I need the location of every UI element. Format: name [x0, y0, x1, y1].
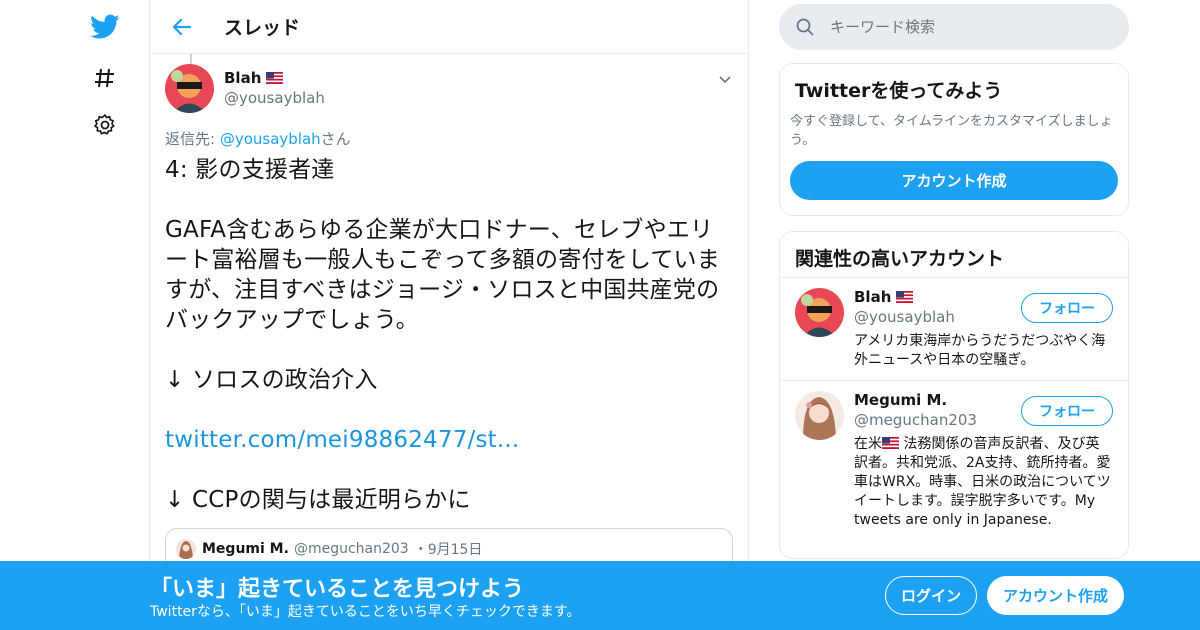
avatar[interactable]: [165, 64, 214, 113]
author-handle[interactable]: @yousayblah: [224, 89, 325, 107]
related-accounts-title: 関連性の高いアカウント: [795, 248, 1005, 270]
follow-button[interactable]: フォロー: [1021, 293, 1113, 323]
us-flag-icon: [266, 72, 284, 84]
account-bio: アメリカ東海岸からうだうだつぶやく海外ニュースや日本の空騒ぎ。: [854, 333, 1106, 368]
bottom-signup-bar: 「いま」起きていることを見つけよう Twitterなら、「いま」起きていることを…: [0, 561, 1200, 630]
reply-handle-link[interactable]: @yousayblah: [220, 130, 321, 148]
follow-button[interactable]: フォロー: [1021, 396, 1113, 426]
account-item[interactable]: Blah @yousayblah アメリカ東海岸からうだうだつぶやく海外ニュース…: [780, 277, 1128, 380]
twitter-bird-icon[interactable]: [90, 12, 120, 42]
account-item[interactable]: Megumi M. @meguchan203 在米 法務関係の音声反訳者、及び英…: [780, 380, 1128, 540]
avatar: [176, 539, 196, 559]
related-accounts-card: 関連性の高いアカウント Blah @yousayblah アメリカ東海岸からうだ…: [779, 231, 1129, 559]
login-button[interactable]: ログイン: [885, 576, 977, 615]
author-name[interactable]: Blah: [224, 69, 325, 87]
search-icon: [796, 18, 814, 36]
page-title: スレッド: [224, 17, 301, 39]
left-nav: [80, 0, 130, 630]
signup-card-title: Twitterを使ってみよう: [795, 80, 1003, 102]
chevron-down-icon[interactable]: [715, 69, 735, 89]
reply-to: 返信先: @yousayblahさん: [165, 130, 351, 148]
search-box[interactable]: [779, 4, 1129, 50]
tweet-link[interactable]: twitter.com/mei98862477/st...: [165, 427, 519, 453]
main-column: スレッド Blah @yousayblah 返信先: @yousayblahさん…: [149, 0, 749, 630]
hashtag-icon[interactable]: [90, 63, 120, 93]
signup-card-text: 今すぐ登録して、タイムラインをカスタマイズしましょう。: [790, 114, 1113, 148]
avatar[interactable]: [795, 288, 844, 337]
gear-icon[interactable]: [90, 110, 120, 140]
account-bio: 在米 法務関係の音声反訳者、及び英訳者。共和党派、2A支持、銃所持者。愛車はWR…: [854, 436, 1111, 528]
create-account-button[interactable]: アカウント作成: [790, 161, 1118, 200]
us-flag-icon: [896, 291, 914, 303]
us-flag-icon: [882, 437, 899, 449]
bottom-bar-subtitle: Twitterなら、「いま」起きていることをいち早くチェックできます。: [150, 604, 581, 620]
quote-date: ・9月15日: [413, 542, 483, 558]
search-input[interactable]: [830, 18, 1110, 36]
quote-author-handle: @meguchan203: [293, 541, 409, 557]
tweet-author[interactable]: Blah @yousayblah: [165, 64, 735, 113]
bottom-bar-title: 「いま」起きていることを見つけよう: [150, 577, 525, 602]
back-arrow-icon[interactable]: [167, 12, 197, 42]
tweet-text: 4: 影の支援者達 GAFA含むあらゆる企業が大口ドナー、セレブやエリート富裕層…: [165, 157, 720, 513]
quote-author-name: Megumi M.: [202, 541, 289, 557]
tweet: Blah @yousayblah 返信先: @yousayblahさん 4: 影…: [165, 64, 735, 515]
signup-card: Twitterを使ってみよう 今すぐ登録して、タイムラインをカスタマイズしましょ…: [779, 63, 1129, 216]
thread-connector: [190, 54, 192, 64]
signup-button[interactable]: アカウント作成: [987, 576, 1124, 615]
avatar[interactable]: [795, 391, 844, 440]
page-header: スレッド: [150, 0, 748, 54]
